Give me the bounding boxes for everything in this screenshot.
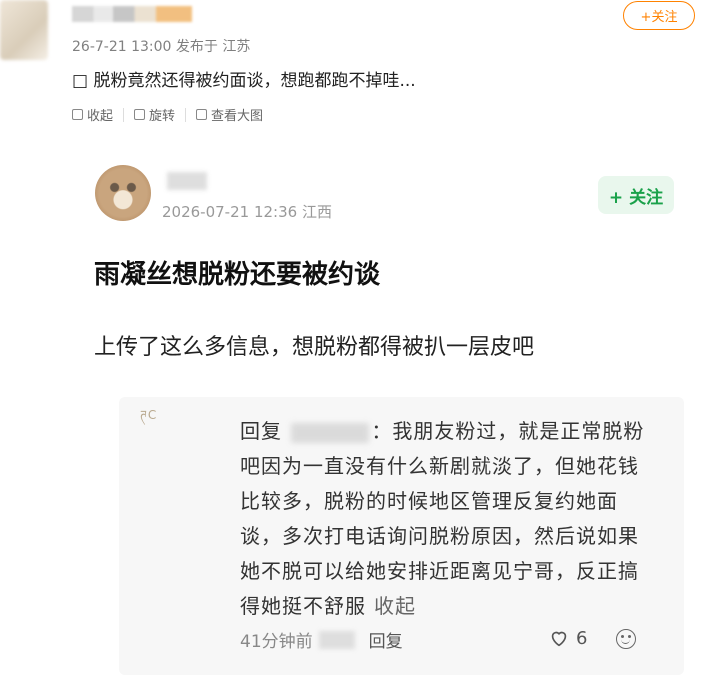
rotate-icon [134,109,146,120]
follow-button[interactable]: +关注 [623,1,695,30]
emoji-icon [616,629,636,649]
heart-icon [551,631,567,647]
like-count: 6 [576,627,588,649]
toolbar-divider [123,107,125,122]
collapse-label: 收起 [87,109,114,124]
reply-time: 41分钟前 [240,632,313,652]
reply-content: 我朋友粉过，就是正常脱粉吧因为一直没有什么新剧就淡了，但她花钱比较多，脱粉的时候… [240,419,645,618]
inner-location: 江西 [301,203,332,221]
reply-target-name-blurred [291,422,370,443]
post-location: 发布于 江苏 [175,39,251,55]
inner-author-name-blurred [167,172,207,190]
rotate-image-button[interactable]: 旋转 [134,105,175,124]
cat-avatar [95,165,151,221]
author-avatar[interactable] [0,0,48,60]
reply-user-blurred [318,630,355,649]
rotate-label: 旋转 [149,109,176,124]
inner-title: 雨凝丝想脱粉还要被约谈 [94,260,381,290]
reply-button: 回复 [368,632,403,652]
reply-colon: ： [371,419,393,443]
reply-collapse: 收起 [374,594,416,618]
image-toolbar: 收起 旋转 查看大图 [72,105,263,124]
post-image[interactable]: 2026-07-21 12:36 江西 + 关注 雨凝丝想脱粉还要被约谈 上传了… [72,132,694,675]
reply-text: 回复 ：我朋友粉过，就是正常脱粉吧因为一直没有什么新剧就淡了，但她花钱比较多，脱… [240,414,655,624]
reply-prefix: 回复 [240,419,282,443]
inner-date: 2026-07-21 12:36 [162,203,298,221]
view-large-label: 查看大图 [211,109,264,124]
view-large-image-button[interactable]: 查看大图 [196,105,263,124]
reply-meta: 41分钟前 回复 [240,627,403,652]
emoji-placeholder-icon: □ [72,71,89,91]
post-date: 26-7-21 13:00 [72,39,172,55]
post-meta: 26-7-21 13:00 发布于 江苏 [72,36,250,56]
inner-meta: 2026-07-21 12:36 江西 [162,201,332,222]
toolbar-divider [185,107,187,122]
view-large-icon [196,109,208,120]
post-text: □ 脱粉竟然还得被约面谈，想跑都跑不掉哇... [72,66,416,91]
collapse-icon [72,109,83,120]
like-group: 6 [548,627,587,649]
inner-follow-button: + 关注 [598,176,674,214]
post-body: 脱粉竟然还得被约面谈，想跑都跑不掉哇... [93,71,416,91]
collapse-image-button[interactable]: 收起 [72,105,113,124]
inner-body: 上传了这么多信息，想脱粉都得被扒一层皮吧 [94,335,535,360]
reply-avatar: ཊC [140,408,158,422]
author-name-blurred[interactable] [72,6,192,22]
